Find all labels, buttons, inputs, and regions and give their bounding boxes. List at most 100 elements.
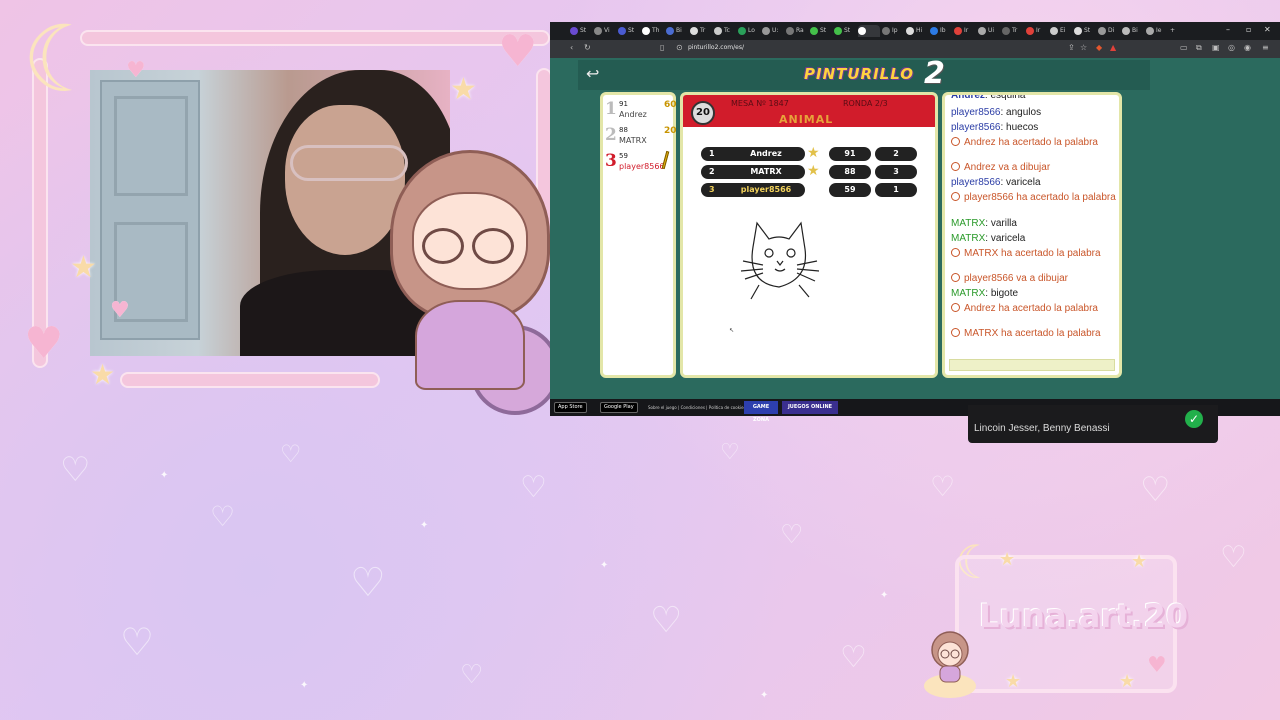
browser-tab[interactable]: Lo — [738, 25, 760, 37]
tab-label: Tr — [1012, 27, 1018, 34]
star-icon: ★ — [807, 163, 820, 179]
wallet-icon[interactable]: ▣ — [1212, 43, 1220, 52]
chat-system-message: Andrez va a dibujar — [951, 162, 1117, 173]
browser-tab[interactable]: Tc — [714, 25, 736, 37]
tab-label: Hi — [916, 27, 923, 34]
reload-icon[interactable]: ↻ — [584, 43, 591, 52]
browser-tab[interactable]: Ip — [882, 25, 904, 37]
browser-tab[interactable] — [858, 25, 880, 37]
chibi-mini-avatar — [924, 631, 976, 698]
chat-system-message: MATRX ha acertado la palabra — [951, 248, 1117, 259]
app-store-button[interactable]: App Store — [554, 402, 587, 413]
chat-message: player8566: angulos — [951, 107, 1042, 118]
chat-input[interactable] — [949, 359, 1115, 371]
canvas[interactable]: 1 Andrez ★ 91 2 2 MATRX ★ 88 3 3 player8566… — [683, 127, 935, 375]
browser-tab[interactable]: Ir — [1026, 25, 1048, 37]
chat-message: Andrez: esquina — [951, 92, 1026, 101]
back-icon[interactable]: ‹ — [570, 43, 573, 52]
browser-tab[interactable]: St — [618, 25, 640, 37]
browser-tab[interactable]: Hi — [906, 25, 928, 37]
chibi-avatar — [370, 150, 570, 420]
browser-tab[interactable]: Ui — [978, 25, 1000, 37]
vpn-icon[interactable]: ◎ — [1228, 43, 1235, 52]
browser-tab[interactable]: U: — [762, 25, 784, 37]
browser-tab[interactable]: Vi — [594, 25, 616, 37]
player-row[interactable]: 3 59 player8566 — [605, 150, 675, 175]
star-icon: ★ — [90, 358, 116, 391]
favicon-icon — [954, 26, 962, 35]
chat-message: player8566: huecos — [951, 122, 1039, 133]
new-tab-button[interactable]: + — [1170, 25, 1200, 37]
browser-tab[interactable]: Th — [642, 25, 664, 37]
player-row[interactable]: 1 91 Andrez 60 — [605, 99, 677, 123]
chat-message: player8566: varicela — [951, 177, 1041, 188]
sparkle-icon: ✦ — [420, 520, 429, 531]
browser-tab[interactable]: Di — [1098, 25, 1120, 37]
browser-tab[interactable]: Ra — [786, 25, 808, 37]
address-bar: ‹ ↻ ▯ ⊙ pinturillo2.com/es/ ⇪ ☆ ◆ ▲ ▭ ⧉ … — [550, 40, 1280, 58]
juegos-online-banner[interactable]: JUEGOS ONLINE — [782, 401, 838, 414]
url-field[interactable]: pinturillo2.com/es/ — [688, 44, 744, 51]
game-header: ↩ PINTURILLO 2 — [578, 56, 1150, 91]
game-zona-banner[interactable]: GAME ZONA — [744, 401, 778, 423]
minimize-button[interactable]: – — [1226, 25, 1230, 34]
browser-tab[interactable]: Ie — [1146, 25, 1168, 37]
back-arrow-icon[interactable]: ↩ — [586, 64, 599, 83]
favicon-icon — [690, 26, 698, 35]
browser-tab[interactable]: Bi — [1122, 25, 1144, 37]
pencil-icon — [661, 150, 670, 170]
drawing-board[interactable]: 20 MESA Nº 1847 RONDA 2/3 ANIMAL 1 Andrez… — [680, 92, 938, 378]
scoreboard-row: 3 player8566 59 1 — [701, 183, 921, 197]
maximize-button[interactable]: ▫ — [1246, 25, 1251, 34]
chat-system-message: Andrez ha acertado la palabra — [951, 303, 1117, 314]
tab-label: Ip — [892, 27, 898, 34]
star-bookmark-icon[interactable]: ☆ — [1080, 43, 1087, 52]
heart-icon: ♡ — [460, 660, 484, 690]
star-icon: ★ — [70, 250, 97, 285]
bookmark-icon[interactable]: ▯ — [660, 43, 664, 52]
heart-icon: ♡ — [520, 470, 547, 505]
heart-icon: ♡ — [1140, 470, 1171, 510]
heart-icon: ♡ — [210, 500, 236, 533]
info-icon — [951, 192, 960, 201]
tab-label: Ra — [796, 27, 804, 34]
browser-tab[interactable]: Ei — [1050, 25, 1072, 37]
browser-tab[interactable]: Bi — [666, 25, 688, 37]
browser-tab[interactable]: Ir — [954, 25, 976, 37]
browser-tab[interactable]: Ib — [930, 25, 952, 37]
google-play-button[interactable]: Google Play — [600, 402, 638, 413]
browser-tab[interactable]: St — [1074, 25, 1096, 37]
browser-tab[interactable]: St — [810, 25, 832, 37]
sidebar-icon[interactable]: ▭ — [1180, 43, 1188, 52]
close-window-button[interactable]: ✕ — [1264, 25, 1271, 34]
favicon-icon — [714, 26, 722, 35]
site-info-icon[interactable]: ⊙ — [676, 43, 683, 52]
info-icon — [951, 273, 960, 282]
favicon-icon — [594, 26, 602, 35]
menu-icon[interactable]: ≡ — [1262, 43, 1269, 52]
tab-label: Tr — [700, 27, 706, 34]
browser-tab[interactable]: Tr — [1002, 25, 1024, 37]
extensions-icon[interactable]: ⧉ — [1196, 43, 1202, 53]
favicon-icon — [882, 26, 890, 35]
star-icon: ★ — [1005, 671, 1022, 692]
favicon-icon — [1026, 26, 1034, 35]
heart-icon: ♥ — [126, 58, 146, 83]
favicon-icon — [1002, 26, 1010, 35]
share-icon[interactable]: ⇪ — [1068, 43, 1075, 52]
tab-label: Ir — [1036, 27, 1041, 34]
player-row[interactable]: 2 88 MATRX 20 — [605, 125, 677, 149]
footer-links[interactable]: Sobre el juego | Condiciones | Política … — [648, 405, 746, 410]
tab-label: St — [820, 27, 827, 34]
browser-tab[interactable]: St — [834, 25, 856, 37]
brave-shield-icon[interactable]: ◆ — [1096, 43, 1102, 52]
favicon-icon — [762, 26, 770, 35]
rewards-icon[interactable]: ▲ — [1110, 43, 1116, 52]
profile-icon[interactable]: ◉ — [1244, 43, 1251, 52]
favicon-icon — [738, 26, 746, 35]
browser-tab[interactable]: Tr — [690, 25, 712, 37]
star-icon: ★ — [1131, 551, 1148, 572]
browser-tab[interactable]: St — [570, 25, 592, 37]
favicon-icon — [906, 26, 914, 35]
heart-icon: ♥ — [110, 298, 130, 323]
